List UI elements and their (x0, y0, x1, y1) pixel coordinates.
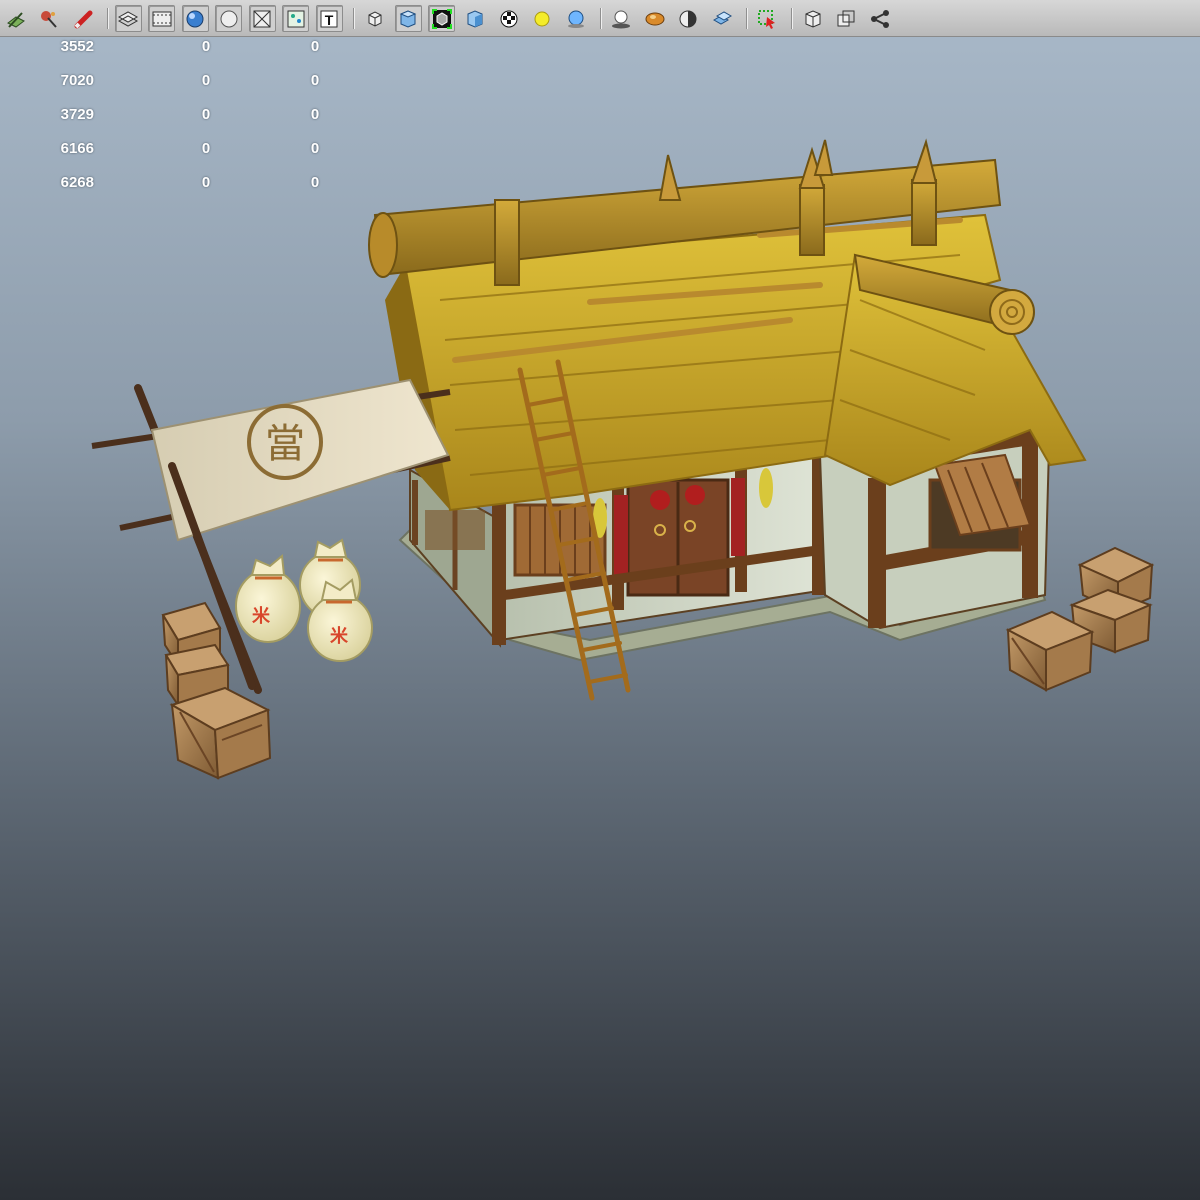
solid-cube-button[interactable] (394, 5, 422, 32)
rice-sacks: 米 米 (235, 538, 373, 662)
house-model[interactable]: 當 米 米 (0, 37, 1200, 1200)
half-shade-button[interactable] (675, 5, 702, 32)
smooth-shade-icon (184, 8, 206, 30)
film-gate-button[interactable] (148, 5, 175, 32)
shadows-icon (610, 8, 632, 30)
banner-glyph: 當 (265, 421, 305, 467)
snap-grid-icon (5, 8, 27, 30)
toolbar-separator (791, 8, 793, 29)
sculpt-brush-button[interactable] (69, 5, 96, 32)
bounding-box-icon (364, 8, 386, 30)
smooth-shade-button[interactable] (181, 5, 209, 32)
film-gate-icon (151, 8, 173, 30)
text-overlay-button[interactable]: T (315, 5, 343, 32)
3d-viewport[interactable]: 當 米 米 (0, 37, 1200, 1200)
flat-shade-button[interactable] (215, 5, 242, 32)
sculpt-brush-icon (72, 8, 94, 30)
flat-shade-icon (218, 8, 240, 30)
isolate-select-button[interactable] (428, 5, 455, 32)
texture-dots-button[interactable] (282, 5, 309, 32)
selection-highlight-icon (756, 8, 778, 30)
default-light-icon (531, 8, 553, 30)
text-overlay-icon: T (318, 8, 340, 30)
wire-cube-icon (802, 8, 824, 30)
default-light-button[interactable] (529, 5, 556, 32)
ambient-occlusion-icon (644, 8, 666, 30)
xray-grid-button[interactable] (248, 5, 276, 32)
svg-text:米: 米 (252, 605, 271, 627)
all-lights-button[interactable] (562, 5, 589, 32)
toolbar-separator (745, 8, 748, 29)
xray-grid-icon (251, 8, 273, 30)
viewport-toolbar: T (0, 0, 1200, 37)
selection-highlight-button[interactable] (754, 5, 781, 32)
share-icon (869, 8, 891, 30)
solid-cube-icon (397, 8, 419, 30)
shaded-cube-icon (464, 8, 486, 30)
bounding-box-button[interactable] (361, 5, 388, 32)
rice-sack: 米 (235, 554, 301, 643)
shop-banner: 當 (91, 378, 451, 694)
share-button[interactable] (866, 5, 893, 32)
wireframe-layers-button[interactable] (114, 5, 142, 32)
texture-dots-icon (285, 8, 307, 30)
multi-sample-icon (711, 8, 733, 30)
wireframe-layers-icon (117, 8, 139, 30)
svg-text:米: 米 (330, 625, 349, 647)
multi-sample-button[interactable] (708, 5, 735, 32)
shadows-button[interactable] (608, 5, 635, 32)
ambient-occlusion-button[interactable] (641, 5, 668, 32)
toolbar-separator (106, 8, 109, 29)
shaded-cube-button[interactable] (462, 5, 489, 32)
toolbar-separator (353, 8, 355, 29)
xray-joints-icon (835, 8, 857, 30)
svg-text:T: T (325, 12, 334, 28)
xray-joints-button[interactable] (833, 5, 860, 32)
wire-cube-button[interactable] (799, 5, 826, 32)
isolate-select-icon (431, 8, 453, 30)
paint-select-icon (38, 8, 60, 30)
snap-grid-button[interactable] (2, 5, 29, 32)
checker-texture-button[interactable] (495, 5, 522, 32)
checker-texture-icon (498, 8, 520, 30)
wooden-crate (169, 686, 272, 780)
half-shade-icon (677, 8, 699, 30)
all-lights-icon (565, 8, 587, 30)
toolbar-separator (599, 8, 602, 29)
paint-select-button[interactable] (36, 5, 63, 32)
